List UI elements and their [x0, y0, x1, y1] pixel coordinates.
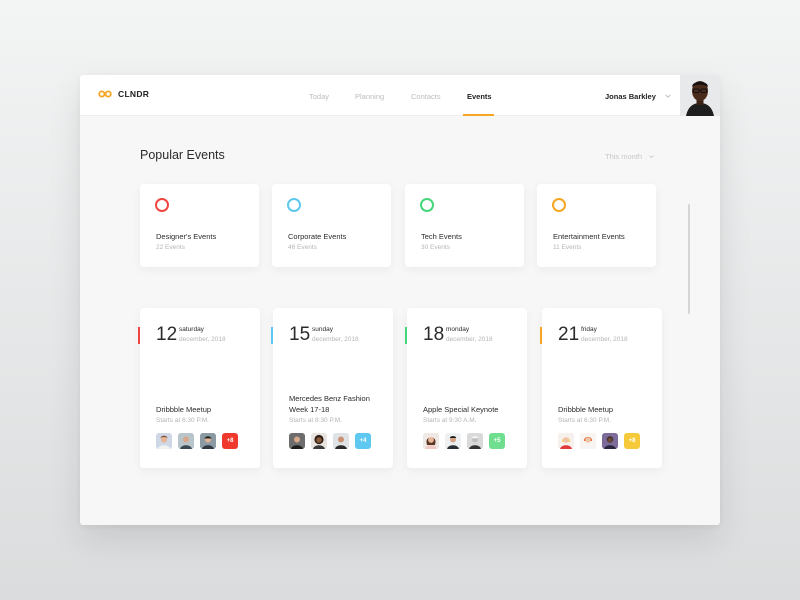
chevron-down-icon[interactable]	[664, 92, 672, 100]
user-name[interactable]: Jonas Barkley	[605, 92, 656, 101]
event-weekday: saturday	[179, 326, 204, 333]
category-title: Designer's Events	[156, 232, 217, 241]
event-time: Starts at 6:30 P.M.	[156, 417, 209, 424]
event-day: 18	[423, 324, 445, 345]
top-navigation-bar: CLNDR Today Planning Contacts Events Jon…	[80, 75, 720, 116]
event-day: 15	[289, 324, 311, 345]
event-month: december, 2018	[312, 336, 359, 343]
circle-icon	[155, 198, 169, 212]
category-card-designers[interactable]: Designer's Events 22 Events	[140, 184, 259, 267]
nav-item-contacts[interactable]: Contacts	[411, 92, 441, 101]
attendee-avatar[interactable]	[333, 433, 349, 449]
category-count: 46 Events	[288, 244, 317, 251]
attendee-list: +8	[558, 433, 640, 449]
infinity-logo-icon	[98, 90, 112, 98]
more-attendees-badge[interactable]: +8	[624, 433, 640, 449]
attendee-avatar[interactable]	[445, 433, 461, 449]
active-tab-indicator	[463, 114, 494, 116]
logo[interactable]: CLNDR	[98, 89, 149, 99]
event-day: 21	[558, 324, 580, 345]
attendee-list: +5	[423, 433, 505, 449]
attendee-avatar[interactable]	[602, 433, 618, 449]
circle-icon	[552, 198, 566, 212]
app-window: CLNDR Today Planning Contacts Events Jon…	[80, 75, 720, 525]
event-title: Dribbble Meetup	[558, 405, 614, 414]
event-title: Dribbble Meetup	[156, 405, 212, 414]
nav-item-events[interactable]: Events	[467, 92, 492, 101]
event-card[interactable]: 12 saturday december, 2018 Dribbble Meet…	[138, 308, 260, 468]
event-weekday: monday	[446, 326, 470, 333]
event-title: Mercedes Benz Fashion Week 17-18	[289, 394, 370, 414]
event-day: 12	[156, 324, 178, 345]
page-title: Popular Events	[140, 148, 225, 162]
category-title: Entertainment Events	[553, 232, 625, 241]
vertical-scrollbar[interactable]	[688, 204, 690, 314]
event-month: december, 2018	[581, 336, 628, 343]
event-time: Starts at 9:30 A.M.	[423, 417, 477, 424]
attendee-avatar[interactable]	[156, 433, 172, 449]
event-title: Apple Special Keynote	[423, 405, 499, 414]
nav-item-today[interactable]: Today	[309, 92, 329, 101]
event-accent-bar	[540, 327, 542, 344]
nav-item-planning[interactable]: Planning	[355, 92, 384, 101]
event-month: december, 2018	[179, 336, 226, 343]
category-title: Corporate Events	[288, 232, 347, 241]
attendee-avatar[interactable]	[178, 433, 194, 449]
event-card[interactable]: 18 monday december, 2018 Apple Special K…	[405, 308, 527, 468]
event-weekday: friday	[581, 326, 597, 333]
event-weekday: sunday	[312, 326, 333, 333]
category-title: Tech Events	[421, 232, 462, 241]
attendee-avatar[interactable]	[200, 433, 216, 449]
event-time: Starts at 6:30 P.M.	[558, 417, 611, 424]
user-avatar[interactable]	[680, 75, 720, 116]
event-card[interactable]: 21 friday december, 2018 Dribbble Meetup…	[540, 308, 662, 468]
attendee-avatar[interactable]	[558, 433, 574, 449]
attendee-list: +8	[156, 433, 238, 449]
attendee-avatar[interactable]	[580, 433, 596, 449]
category-count: 22 Events	[156, 244, 185, 251]
event-accent-bar	[138, 327, 140, 344]
attendee-avatar[interactable]	[289, 433, 305, 449]
event-time: Starts at 8:30 P.M.	[289, 417, 342, 424]
circle-icon	[287, 198, 301, 212]
category-card-tech[interactable]: Tech Events 30 Events	[405, 184, 524, 267]
user-avatar-icon	[680, 75, 720, 116]
more-attendees-badge[interactable]: +8	[222, 433, 238, 449]
event-month: december, 2018	[446, 336, 493, 343]
category-count: 11 Events	[553, 244, 582, 251]
period-filter-label: This month	[605, 152, 643, 161]
more-attendees-badge[interactable]: +5	[489, 433, 505, 449]
attendee-avatar[interactable]	[311, 433, 327, 449]
category-count: 30 Events	[421, 244, 450, 251]
attendee-avatar[interactable]	[423, 433, 439, 449]
more-attendees-badge[interactable]: +4	[355, 433, 371, 449]
logo-text: CLNDR	[118, 89, 150, 99]
attendee-list: +4	[289, 433, 371, 449]
period-filter-dropdown[interactable]: This month	[605, 152, 655, 161]
chevron-down-icon	[649, 155, 655, 159]
circle-icon	[420, 198, 434, 212]
event-accent-bar	[405, 327, 407, 344]
category-card-entertainment[interactable]: Entertainment Events 11 Events	[537, 184, 656, 267]
attendee-avatar[interactable]	[467, 433, 483, 449]
event-card[interactable]: 15 sunday december, 2018 Mercedes Benz F…	[271, 308, 393, 468]
event-accent-bar	[271, 327, 273, 344]
category-card-corporate[interactable]: Corporate Events 46 Events	[272, 184, 391, 267]
